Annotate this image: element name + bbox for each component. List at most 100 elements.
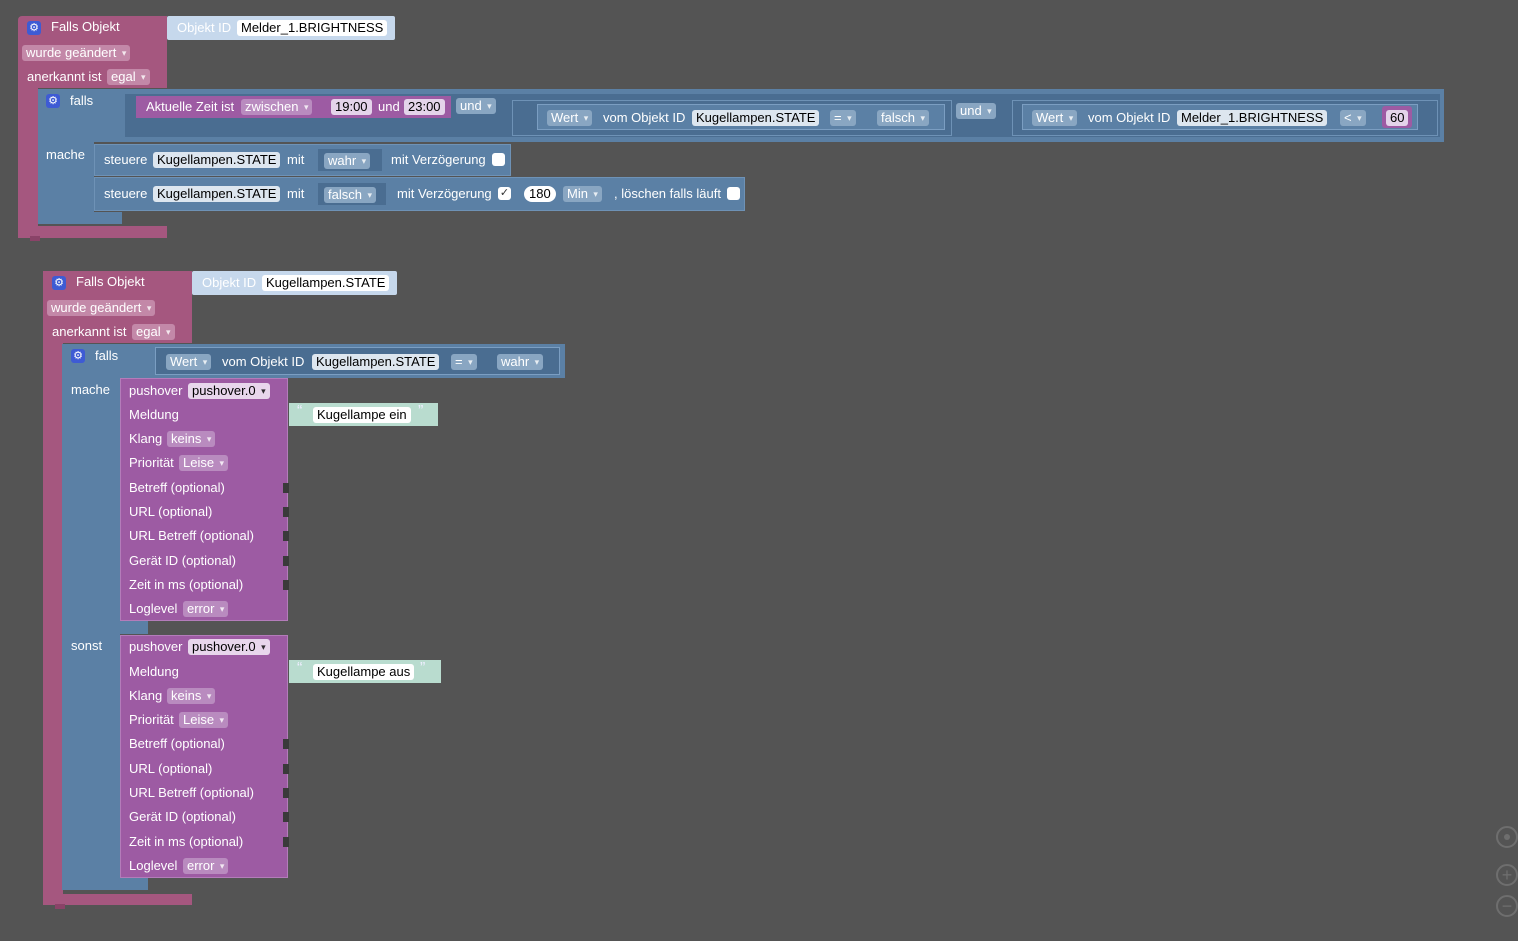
crosshair-icon[interactable] <box>1496 826 1518 848</box>
zoom-out-icon[interactable]: − <box>1496 895 1518 917</box>
prio-label: Priorität <box>129 712 174 727</box>
input-socket[interactable] <box>283 764 289 774</box>
time-to-field[interactable]: 23:00 <box>404 99 445 115</box>
mit-label: mit <box>287 152 305 167</box>
value-dropdown[interactable]: falsch <box>324 187 376 203</box>
number-field[interactable]: 60 <box>1386 110 1409 126</box>
vom-objekt-label: vom Objekt ID <box>222 354 305 369</box>
klang-dropdown[interactable]: keins <box>167 688 216 704</box>
if-block-footer <box>62 878 148 890</box>
zeit-label: Zeit in ms (optional) <box>129 577 244 592</box>
ack-dropdown[interactable]: egal <box>132 324 175 340</box>
klang-label: Klang <box>129 688 163 703</box>
time-and-label: und <box>378 99 400 114</box>
mit-label: mit <box>287 186 305 201</box>
delay-amount-field[interactable]: 180 <box>524 186 556 202</box>
logic-value-dropdown[interactable]: falsch <box>877 110 929 126</box>
time-label: Aktuelle Zeit ist <box>146 99 235 114</box>
delay-checkbox[interactable] <box>492 153 505 166</box>
changed-dropdown[interactable]: wurde geändert <box>22 45 131 61</box>
input-socket[interactable] <box>283 837 289 847</box>
if-block-divider <box>62 620 148 634</box>
loglevel-dropdown[interactable]: error <box>183 601 229 617</box>
vom-objekt-label: vom Objekt ID <box>1088 110 1171 125</box>
gear-icon[interactable]: ⚙ <box>52 276 66 290</box>
compare-op-dropdown[interactable]: = <box>830 110 856 126</box>
trigger-footer <box>18 226 167 238</box>
objekt-field[interactable]: Kugellampen.STATE <box>312 354 440 370</box>
gear-icon[interactable]: ⚙ <box>46 94 60 108</box>
trigger-left-rail <box>18 88 38 228</box>
prio-dropdown[interactable]: Leise <box>179 455 229 471</box>
compare-op-dropdown[interactable]: = <box>451 354 477 370</box>
objekt-field[interactable]: Kugellampen.STATE <box>692 110 820 126</box>
wert-dropdown[interactable]: Wert <box>1032 110 1078 126</box>
clear-running-checkbox[interactable] <box>727 187 740 200</box>
delay-label: mit Verzögerung <box>397 186 492 201</box>
prio-dropdown[interactable]: Leise <box>179 712 229 728</box>
quote-open-icon: “ <box>297 660 303 677</box>
if-label: falls <box>95 348 119 363</box>
input-socket[interactable] <box>283 556 289 566</box>
time-from-field[interactable]: 19:00 <box>331 99 372 115</box>
objekt-field[interactable]: Melder_1.BRIGHTNESS <box>1177 110 1328 126</box>
betreff-label: Betreff (optional) <box>129 480 225 495</box>
geraet-label: Gerät ID (optional) <box>129 809 236 824</box>
objekt-id-label: Objekt ID <box>202 275 257 290</box>
input-socket[interactable] <box>283 739 289 749</box>
pushover-instance-dropdown[interactable]: pushover.0 <box>188 639 270 655</box>
logic-value-dropdown[interactable]: wahr <box>497 354 544 370</box>
compare-op-dropdown[interactable]: < <box>1340 110 1366 126</box>
set-label: steuere <box>104 186 148 201</box>
do-label: mache <box>46 147 86 162</box>
input-socket[interactable] <box>283 580 289 590</box>
wert-dropdown[interactable]: Wert <box>547 110 593 126</box>
input-socket[interactable] <box>283 507 289 517</box>
set-label: steuere <box>104 152 148 167</box>
gear-icon[interactable]: ⚙ <box>71 349 85 363</box>
loglevel-dropdown[interactable]: error <box>183 858 229 874</box>
meldung-label: Meldung <box>129 664 179 679</box>
klang-dropdown[interactable]: keins <box>167 431 216 447</box>
zeit-label: Zeit in ms (optional) <box>129 834 244 849</box>
input-socket[interactable] <box>283 531 289 541</box>
ack-label: anerkannt ist <box>27 69 102 84</box>
quote-close-icon: ” <box>418 403 424 420</box>
loglevel-label: Loglevel <box>129 858 178 873</box>
ack-dropdown[interactable]: egal <box>107 69 150 85</box>
loglevel-label: Loglevel <box>129 601 178 616</box>
clear-running-label: , löschen falls läuft <box>614 186 721 201</box>
pushover-instance-dropdown[interactable]: pushover.0 <box>188 383 270 399</box>
quote-close-icon: ” <box>420 660 426 677</box>
value-dropdown[interactable]: wahr <box>324 153 371 169</box>
if-block-footer <box>38 212 122 224</box>
meldung-label: Meldung <box>129 407 179 422</box>
zoom-in-icon[interactable]: + <box>1496 864 1518 886</box>
changed-dropdown[interactable]: wurde geändert <box>47 300 156 316</box>
delay-unit-dropdown[interactable]: Min <box>563 186 602 202</box>
url-betreff-label: URL Betreff (optional) <box>129 785 255 800</box>
logic-op-dropdown[interactable]: und <box>456 98 496 114</box>
input-socket[interactable] <box>283 483 289 493</box>
set-objekt-field[interactable]: Kugellampen.STATE <box>153 186 281 202</box>
message-field[interactable]: Kugellampe ein <box>313 407 411 423</box>
trigger-footer <box>43 894 192 905</box>
delay-label: mit Verzögerung <box>391 152 486 167</box>
time-op-dropdown[interactable]: zwischen <box>241 99 313 115</box>
wert-dropdown[interactable]: Wert <box>166 354 212 370</box>
delay-checkbox[interactable]: ✓ <box>498 187 511 200</box>
do-label: mache <box>71 382 111 397</box>
url-betreff-label: URL Betreff (optional) <box>129 528 255 543</box>
set-objekt-field[interactable]: Kugellampen.STATE <box>153 152 281 168</box>
input-socket[interactable] <box>283 812 289 822</box>
gear-icon[interactable]: ⚙ <box>27 21 41 35</box>
klang-label: Klang <box>129 431 163 446</box>
prio-label: Priorität <box>129 455 174 470</box>
input-socket[interactable] <box>283 788 289 798</box>
objekt-id-field[interactable]: Melder_1.BRIGHTNESS <box>237 20 388 36</box>
ack-label: anerkannt ist <box>52 324 127 339</box>
trigger-left-rail <box>43 343 63 898</box>
objekt-id-field[interactable]: Kugellampen.STATE <box>262 275 390 291</box>
message-field[interactable]: Kugellampe aus <box>313 664 415 680</box>
logic-op-dropdown[interactable]: und <box>956 103 996 119</box>
